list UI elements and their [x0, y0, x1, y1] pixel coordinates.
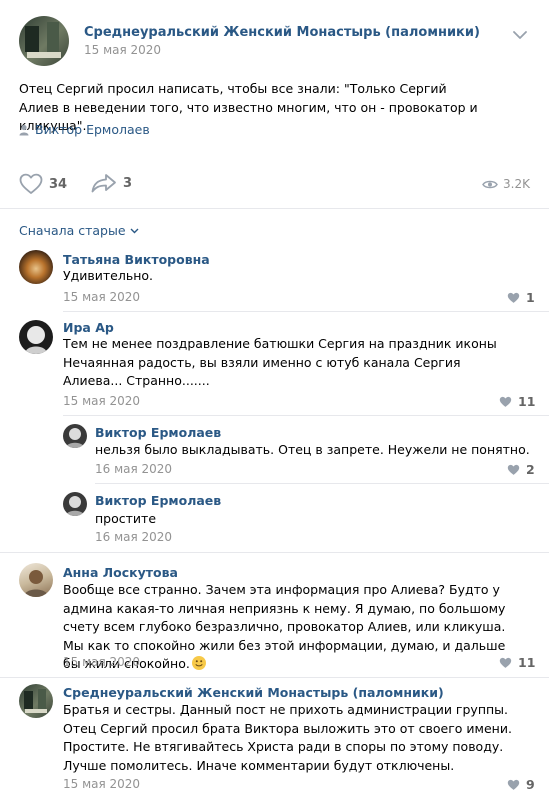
comment-divider — [63, 311, 549, 312]
comment-divider — [63, 415, 549, 416]
comment-like-count: 1 — [526, 290, 535, 305]
heart-icon — [499, 657, 512, 668]
post-menu-chevron-icon[interactable] — [513, 28, 527, 43]
post-share-button[interactable]: 3 — [91, 173, 132, 193]
chevron-down-icon — [130, 228, 139, 233]
avatar-image — [24, 570, 48, 597]
avatar-image — [25, 326, 47, 354]
post-like-count: 34 — [49, 176, 68, 192]
post-date[interactable]: 15 мая 2020 — [84, 43, 161, 57]
comment-text: Братья и сестры. Данный пост не прихоть … — [63, 702, 512, 773]
post-share-count: 3 — [123, 175, 133, 191]
comment-text: Удивительно. — [63, 268, 153, 283]
comment-like-button[interactable]: 11 — [499, 394, 535, 409]
avatar-image — [24, 689, 47, 713]
comment-date[interactable]: 15 мая 2020 — [63, 290, 140, 304]
comment-text: Тем не менее поздравление батюшки Сергия… — [63, 336, 497, 388]
comment-like-button[interactable]: 9 — [507, 777, 535, 792]
post-view-count: 3.2K — [503, 177, 530, 191]
post-views: 3.2K — [482, 177, 530, 191]
smile-emoji-icon — [191, 656, 206, 670]
heart-icon — [507, 464, 520, 475]
comment-avatar[interactable] — [19, 320, 53, 354]
comment-like-button[interactable]: 1 — [507, 290, 535, 305]
reply-divider — [95, 483, 549, 484]
group-avatar-image — [25, 22, 61, 58]
comment-like-count: 11 — [518, 655, 536, 670]
reply-date[interactable]: 16 мая 2020 — [95, 530, 172, 544]
post-like-button[interactable]: 34 — [19, 173, 67, 195]
comment-date[interactable]: 15 мая 2020 — [63, 655, 140, 669]
reply-like-count: 2 — [526, 462, 535, 477]
thread-divider — [0, 552, 549, 553]
comment-date[interactable]: 15 мая 2020 — [63, 777, 140, 791]
avatar-image — [66, 496, 84, 516]
post-group-name[interactable]: Среднеуральский Женский Монастырь (палом… — [84, 25, 480, 40]
comment-date[interactable]: 15 мая 2020 — [63, 394, 140, 408]
comment-like-button[interactable]: 11 — [499, 655, 535, 670]
heart-icon — [507, 779, 520, 790]
comments-sort-label: Сначала старые — [19, 223, 126, 238]
comment-author[interactable]: Татьяна Викторовна — [63, 252, 210, 267]
comment-avatar[interactable] — [19, 250, 53, 284]
reply-avatar[interactable] — [63, 492, 87, 516]
group-avatar[interactable] — [19, 16, 69, 66]
reply-avatar[interactable] — [63, 424, 87, 448]
comment-author[interactable]: Анна Лоскутова — [63, 565, 178, 580]
reply-text: нельзя было выкладывать. Отец в запрете.… — [95, 442, 530, 457]
reply-date[interactable]: 16 мая 2020 — [95, 462, 172, 476]
share-icon — [91, 174, 116, 193]
post-signer[interactable]: Виктор Ермолаев — [35, 122, 150, 137]
heart-icon — [19, 173, 43, 194]
comment-avatar[interactable] — [19, 684, 53, 718]
heart-icon — [499, 396, 512, 407]
reply-text: простите — [95, 511, 157, 526]
reply-author[interactable]: Виктор Ермолаев — [95, 425, 221, 440]
reply-author[interactable]: Виктор Ермолаев — [95, 493, 221, 508]
comments-sort-dropdown[interactable]: Сначала старые — [19, 223, 139, 238]
eye-icon — [482, 180, 498, 188]
comment-author[interactable]: Ира Ар — [63, 320, 114, 335]
thread-divider — [0, 677, 549, 678]
avatar-image — [66, 428, 84, 448]
post-divider — [0, 208, 549, 209]
comment-author[interactable]: Среднеуральский Женский Монастырь (палом… — [63, 685, 444, 700]
comment-avatar[interactable] — [19, 563, 53, 597]
reply-like-button[interactable]: 2 — [507, 462, 535, 477]
comment-like-count: 9 — [526, 777, 535, 792]
signer-user-icon — [19, 124, 29, 139]
comment-like-count: 11 — [518, 394, 536, 409]
heart-icon — [507, 292, 520, 303]
